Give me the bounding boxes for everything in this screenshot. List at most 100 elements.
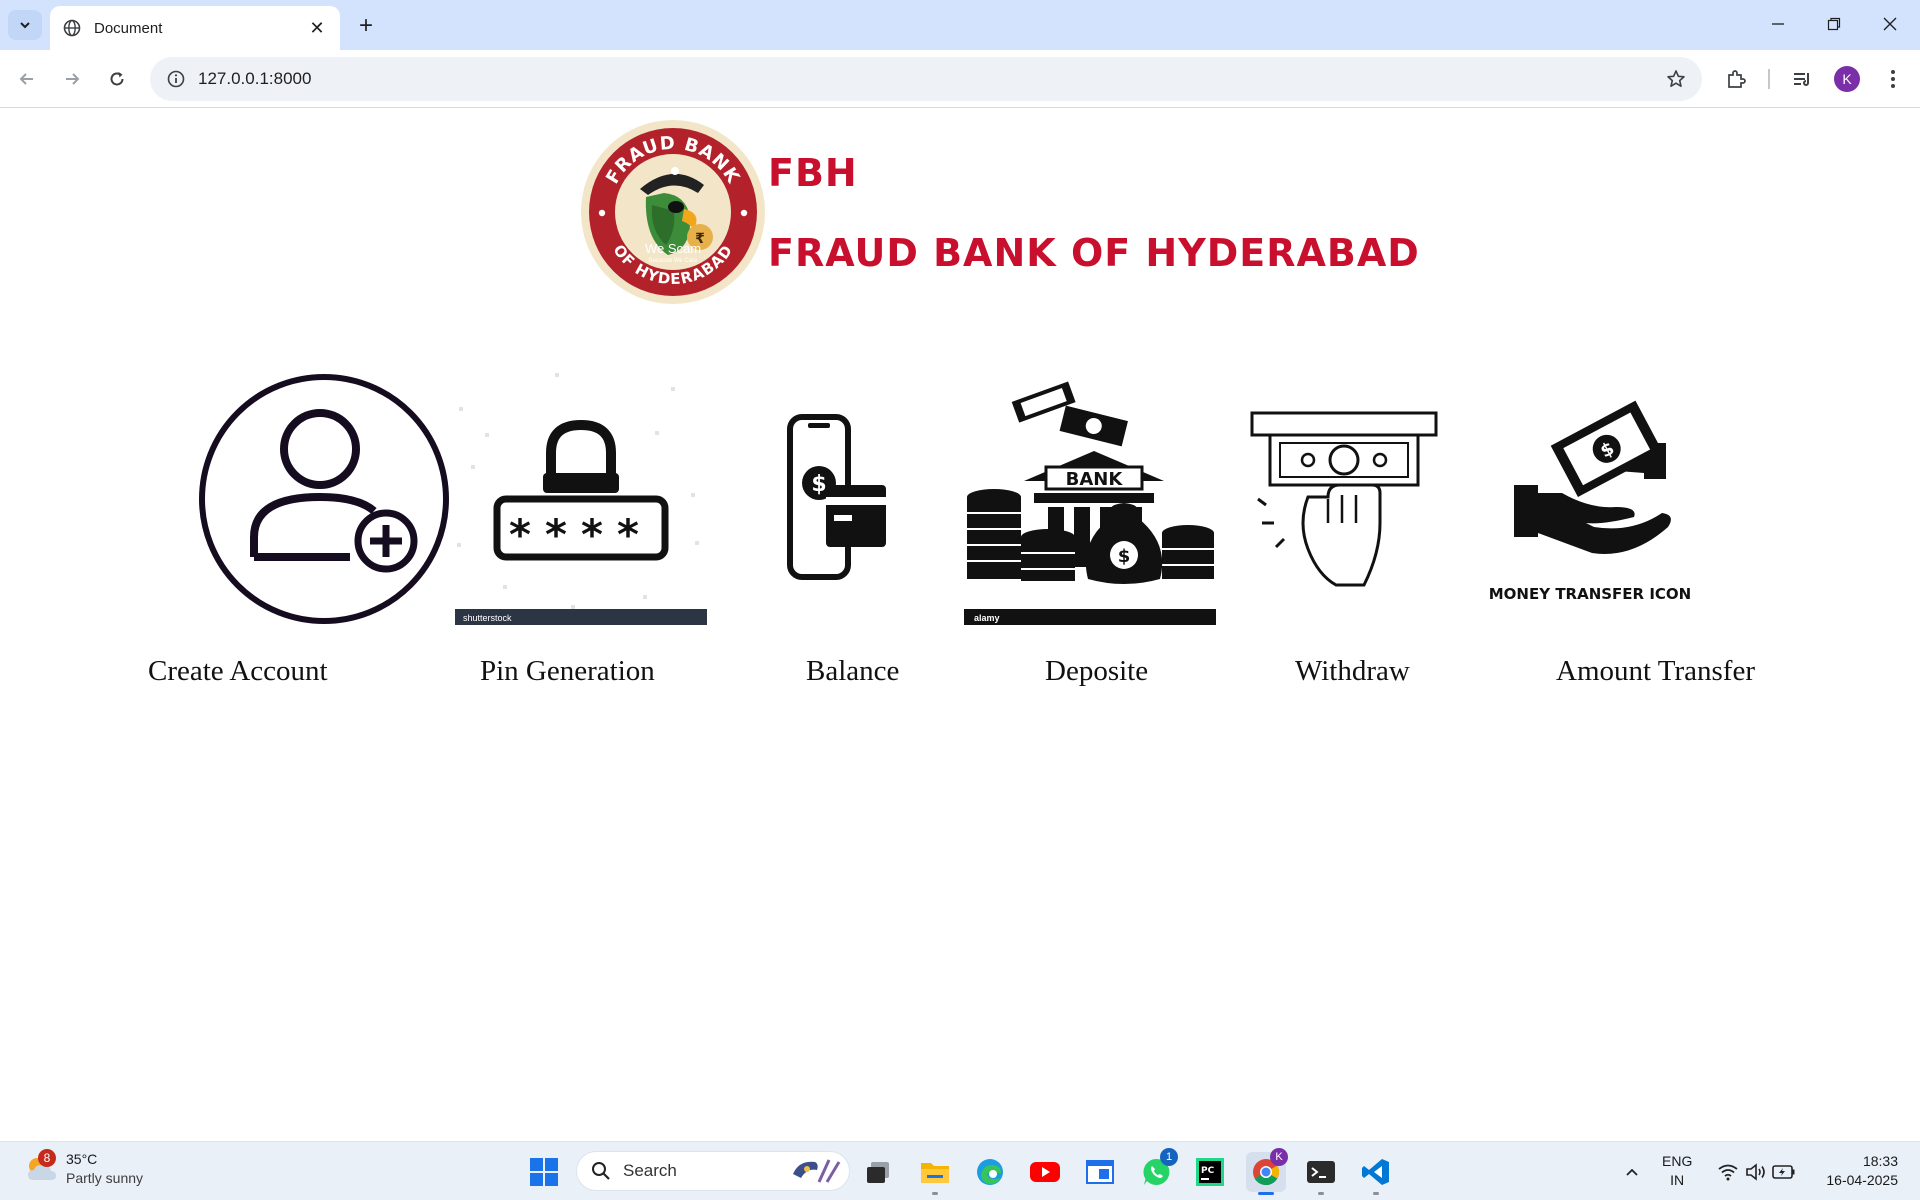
tab-search-button[interactable] xyxy=(8,10,42,40)
reload-button[interactable] xyxy=(101,63,133,95)
media-queue-icon xyxy=(1794,73,1809,86)
new-tab-button[interactable]: + xyxy=(352,12,380,40)
arrow-right-icon xyxy=(66,73,80,85)
task-view-icon xyxy=(867,1162,889,1183)
close-icon[interactable]: ✕ xyxy=(306,17,328,39)
add-user-icon[interactable] xyxy=(198,373,450,625)
profile-badge: K xyxy=(1270,1148,1288,1166)
start-button[interactable] xyxy=(524,1152,564,1192)
youtube-button[interactable] xyxy=(1025,1152,1065,1192)
cash-withdraw-icon[interactable] xyxy=(1244,373,1444,625)
file-explorer-button[interactable] xyxy=(915,1152,955,1195)
media-controls-button[interactable] xyxy=(1786,63,1818,95)
service-label[interactable]: Create Account xyxy=(148,655,328,688)
mobile-balance-icon[interactable]: $ xyxy=(712,373,964,625)
partly-sunny-icon: 8 xyxy=(24,1149,58,1186)
weather-condition: Partly sunny xyxy=(66,1170,144,1186)
extensions-button[interactable] xyxy=(1720,63,1752,95)
site-info-icon[interactable] xyxy=(156,59,196,99)
edge-button[interactable] xyxy=(970,1152,1010,1192)
vscode-button[interactable] xyxy=(1356,1152,1396,1195)
browser-tab[interactable]: Document ✕ xyxy=(50,6,340,50)
terminal-icon xyxy=(1307,1161,1335,1183)
service-label[interactable]: Pin Generation xyxy=(480,655,655,688)
svg-text:*: * xyxy=(617,510,639,559)
service-label[interactable]: Balance xyxy=(806,655,899,688)
clock-time: 18:33 xyxy=(1862,1153,1898,1169)
url-text[interactable]: 127.0.0.1:8000 xyxy=(198,69,1658,89)
search-label: Search xyxy=(623,1161,677,1180)
bookmark-star-icon[interactable] xyxy=(1658,61,1694,97)
svg-text:$: $ xyxy=(811,472,826,497)
service-pin-generation[interactable]: * * * * shutterstock Pin Generation xyxy=(455,373,707,813)
chrome-button[interactable]: K xyxy=(1246,1148,1288,1195)
svg-text:BANK: BANK xyxy=(1066,469,1124,490)
minimize-icon xyxy=(1772,23,1784,25)
close-icon xyxy=(1883,17,1897,31)
chevron-down-icon xyxy=(20,22,30,29)
youtube-icon xyxy=(1030,1162,1060,1182)
bank-deposit-icon[interactable]: BANK $ alamy xyxy=(964,373,1216,625)
service-balance[interactable]: $ Balance xyxy=(712,373,964,813)
service-label[interactable]: Amount Transfer xyxy=(1556,655,1755,688)
app-window-icon xyxy=(1086,1160,1114,1184)
language-indicator[interactable]: ENG IN xyxy=(1662,1152,1692,1190)
restore-icon xyxy=(1827,17,1841,31)
pin-lock-icon[interactable]: * * * * shutterstock xyxy=(455,373,707,625)
weather-temperature: 35°C xyxy=(66,1151,98,1167)
more-vert-icon xyxy=(1891,70,1895,88)
svg-text:*: * xyxy=(545,510,567,559)
notification-badge: 1 xyxy=(1160,1148,1178,1166)
chevron-up-icon[interactable] xyxy=(1620,1160,1644,1184)
logo-tagline: We Scam xyxy=(645,241,701,256)
taskbar-search[interactable]: Search xyxy=(576,1151,850,1191)
pycharm-button[interactable]: PC xyxy=(1190,1152,1230,1192)
browser-toolbar: 127.0.0.1:8000 K xyxy=(0,50,1920,108)
forward-button[interactable] xyxy=(56,63,88,95)
service-label[interactable]: Deposite xyxy=(1045,655,1148,688)
service-withdraw[interactable]: Withdraw xyxy=(1244,373,1444,813)
task-view-button[interactable] xyxy=(858,1152,898,1192)
close-window-button[interactable] xyxy=(1870,6,1910,42)
windows-taskbar: 8 35°C Partly sunny Search 1 PC K ENG IN… xyxy=(0,1141,1920,1200)
clock-date: 16-04-2025 xyxy=(1826,1172,1898,1188)
browser-tabstrip: Document ✕ + xyxy=(0,0,1920,50)
back-button[interactable] xyxy=(11,63,43,95)
puzzle-icon xyxy=(1728,70,1746,88)
app-button[interactable] xyxy=(1080,1152,1120,1192)
menu-button[interactable] xyxy=(1877,63,1909,95)
money-transfer-icon[interactable]: $ MONEY TRANSFER ICON xyxy=(1482,373,1734,625)
whatsapp-button[interactable]: 1 xyxy=(1136,1148,1178,1192)
terminal-button[interactable] xyxy=(1301,1152,1341,1195)
profile-avatar[interactable]: K xyxy=(1834,66,1860,92)
lang-code: ENG xyxy=(1662,1153,1693,1169)
service-label[interactable]: Withdraw xyxy=(1295,655,1410,688)
folder-icon xyxy=(921,1163,949,1183)
volume-icon[interactable] xyxy=(1744,1160,1768,1184)
tab-title: Document xyxy=(94,19,163,37)
system-clock[interactable]: 18:33 16-04-2025 xyxy=(1812,1152,1898,1190)
restore-button[interactable] xyxy=(1814,6,1854,42)
service-amount-transfer[interactable]: $ MONEY TRANSFER ICON Amount Transfer xyxy=(1482,373,1755,813)
watermark-text: shutterstock xyxy=(463,613,512,623)
svg-text:*: * xyxy=(509,510,531,559)
pycharm-icon: PC xyxy=(1196,1158,1224,1186)
icon-caption: MONEY TRANSFER ICON xyxy=(1489,585,1691,603)
edge-browser-icon xyxy=(977,1159,1003,1185)
weather-widget[interactable]: 8 35°C Partly sunny xyxy=(24,1149,144,1188)
page-content: FRAUD BANK OF HYDERABAD ₹ We Scam Becaus… xyxy=(0,109,1920,1141)
reload-icon xyxy=(110,72,124,86)
service-deposite[interactable]: BANK $ alamy Deposite xyxy=(964,373,1216,813)
address-bar[interactable]: 127.0.0.1:8000 xyxy=(150,57,1702,101)
logo-tagline-sub: Because We Care xyxy=(649,258,698,264)
search-icon xyxy=(592,1162,610,1180)
bank-logo: FRAUD BANK OF HYDERABAD ₹ We Scam Becaus… xyxy=(581,120,765,304)
battery-icon[interactable] xyxy=(1772,1160,1796,1184)
wifi-icon[interactable] xyxy=(1716,1160,1740,1184)
svg-text:PC: PC xyxy=(1201,1166,1215,1176)
watermark-text: alamy xyxy=(974,613,1000,623)
minimize-button[interactable] xyxy=(1758,6,1798,42)
service-create-account[interactable]: Create Account xyxy=(148,373,458,813)
svg-text:*: * xyxy=(581,510,603,559)
search-highlight-icon xyxy=(793,1159,841,1183)
